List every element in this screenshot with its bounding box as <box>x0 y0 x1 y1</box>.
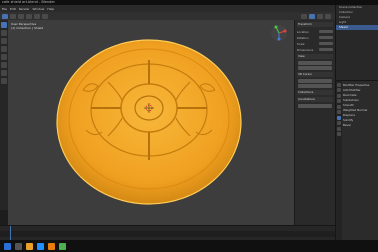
location-row: Location <box>297 29 333 34</box>
object-mode-dropdown[interactable] <box>10 13 16 19</box>
sidebar-n-panel: Transform Location Rotation Scale Dimens… <box>294 20 335 225</box>
scale-row: Scale <box>297 41 333 46</box>
navigation-gizmo[interactable] <box>270 24 288 42</box>
section-3d-cursor[interactable]: 3D Cursor <box>297 72 333 77</box>
section-transform[interactable]: Transform <box>297 22 333 27</box>
move-tool[interactable] <box>1 38 7 44</box>
annotate-tool[interactable] <box>1 70 7 76</box>
menu-bar: File Edit Render Window Help <box>0 5 378 12</box>
scale-label: Scale <box>297 41 305 46</box>
start-menu-icon[interactable] <box>4 242 11 250</box>
section-annotations[interactable]: Annotations <box>297 97 333 102</box>
search-icon[interactable] <box>15 242 22 250</box>
modifier-bevel[interactable]: Bevel <box>343 123 378 128</box>
rotate-tool[interactable] <box>1 46 7 52</box>
3d-viewport[interactable]: User Perspective (1) Collection | Shield <box>8 20 294 225</box>
output-tab-icon[interactable] <box>337 93 341 98</box>
dimensions-field[interactable] <box>319 47 333 52</box>
menu-window[interactable]: Window <box>33 7 45 11</box>
timeline-ruler[interactable] <box>0 231 335 237</box>
object-tab-icon[interactable] <box>337 110 341 114</box>
tool-tab-icon[interactable] <box>337 82 341 87</box>
particles-tab-icon[interactable] <box>337 121 341 125</box>
solid-shading-button[interactable] <box>309 13 315 19</box>
app-icon[interactable] <box>59 242 66 250</box>
location-label: Location <box>297 29 309 34</box>
playhead[interactable] <box>10 226 11 241</box>
timeline[interactable] <box>0 225 335 241</box>
blender-taskbar-icon[interactable] <box>48 242 55 250</box>
dimensions-label: Dimensions <box>297 47 314 52</box>
material-tab-icon[interactable] <box>337 132 341 136</box>
dimensions-row: Dimensions <box>297 47 333 52</box>
annotation-button[interactable] <box>298 104 332 108</box>
location-field[interactable] <box>319 29 333 34</box>
viewport-canvas <box>56 39 242 205</box>
viewport-header <box>0 12 335 20</box>
section-collections[interactable]: Collections <box>297 90 333 95</box>
scale-tool[interactable] <box>1 54 7 60</box>
cursor-location-field[interactable] <box>298 79 332 83</box>
file-explorer-icon[interactable] <box>26 242 33 250</box>
menu-file[interactable]: File <box>2 7 7 11</box>
properties-body: Modifier Properties Add Modifier Decimat… <box>343 83 378 128</box>
tool-shelf <box>0 20 8 210</box>
section-view[interactable]: View <box>297 54 333 59</box>
menu-render[interactable]: Render <box>19 7 30 11</box>
outliner-shield[interactable]: Shield <box>336 25 378 30</box>
select-menu[interactable] <box>26 13 32 19</box>
outliner: Scene Collection Collection Camera Light… <box>335 5 378 80</box>
menu-edit[interactable]: Edit <box>10 7 16 11</box>
modifier-tab-icon[interactable] <box>337 115 341 120</box>
shield-mesh[interactable] <box>56 39 242 205</box>
transform-tool[interactable] <box>1 62 7 68</box>
properties-editor: Modifier Properties Add Modifier Decimat… <box>335 80 378 241</box>
blender-window: cafe shield art.blend - Blender File Edi… <box>0 0 378 252</box>
rotation-label: Rotation <box>297 35 309 40</box>
window-title: cafe shield art.blend - Blender <box>2 0 55 4</box>
view-field[interactable] <box>298 61 332 65</box>
world-tab-icon[interactable] <box>337 104 341 109</box>
select-box-tool[interactable] <box>1 22 7 28</box>
scale-field[interactable] <box>319 41 333 46</box>
add-menu[interactable] <box>34 13 40 19</box>
shading-buttons <box>301 13 331 19</box>
cursor-tool[interactable] <box>1 30 7 36</box>
editor-type-button[interactable] <box>2 13 8 19</box>
physics-tab-icon[interactable] <box>337 126 341 131</box>
cursor-rotation-field[interactable] <box>298 84 332 88</box>
os-taskbar <box>0 240 378 252</box>
clip-field[interactable] <box>298 66 332 70</box>
browser-icon[interactable] <box>37 242 44 250</box>
rendered-shading-button[interactable] <box>325 13 331 19</box>
object-menu[interactable] <box>42 13 48 19</box>
scene-tab-icon[interactable] <box>337 99 341 103</box>
measure-tool[interactable] <box>1 78 7 84</box>
view-menu[interactable] <box>18 13 24 19</box>
rotation-row: Rotation <box>297 35 333 40</box>
wireframe-shading-button[interactable] <box>301 13 307 19</box>
material-shading-button[interactable] <box>317 13 323 19</box>
properties-tabs <box>336 81 342 241</box>
render-tab-icon[interactable] <box>337 88 341 92</box>
menu-help[interactable]: Help <box>47 7 54 11</box>
rotation-field[interactable] <box>319 35 333 40</box>
